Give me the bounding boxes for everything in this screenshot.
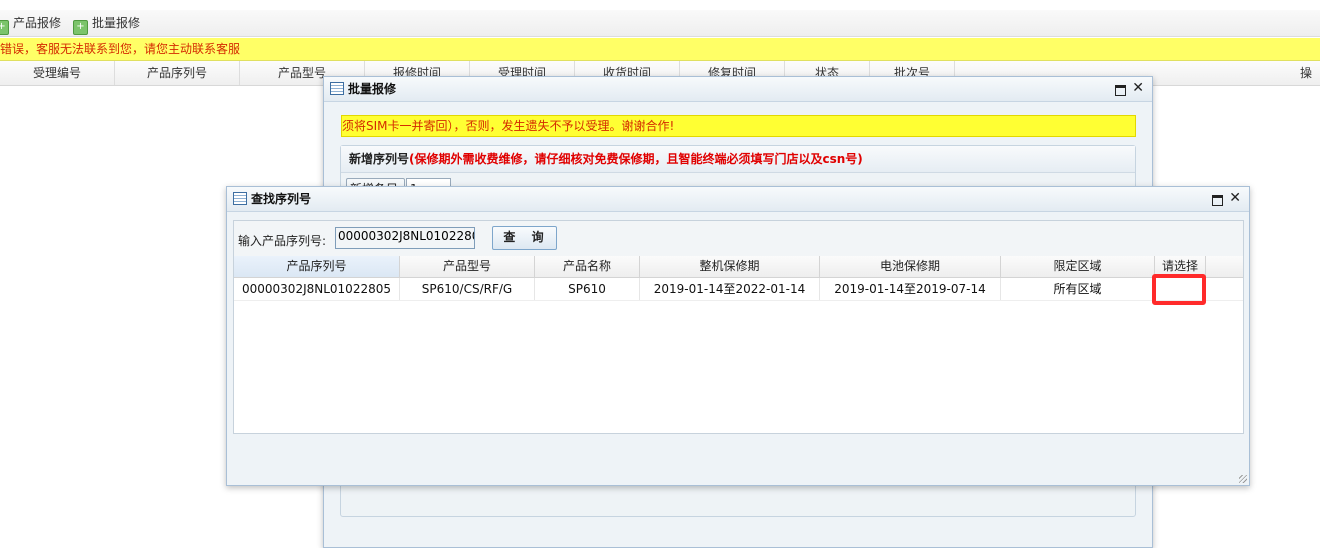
batch-add-icon: + <box>73 20 88 35</box>
col-serial[interactable]: 产品序列号 <box>115 61 240 85</box>
cell-serial: 00000302J8NL01022805 <box>234 278 400 300</box>
table-window-icon <box>233 192 247 205</box>
warning-bar: 错误，客服无法联系到您，请您主动联系客服 <box>0 38 1320 61</box>
batch-window-titlebar[interactable]: 批量报修 ✕ <box>324 77 1152 102</box>
cell-name: SP610 <box>535 278 640 300</box>
product-repair-button[interactable]: + 产品报修 <box>0 14 62 35</box>
cell-region: 所有区域 <box>1001 278 1155 300</box>
batch-notice: 须将SIM卡一并寄回），否则，发生遗失不予以受理。谢谢合作! <box>341 115 1136 137</box>
top-toolbar: + 产品报修 + 批量报修 <box>0 10 1320 37</box>
res-col-device-warranty[interactable]: 整机保修期 <box>640 256 820 277</box>
search-content: 输入产品序列号: 00000302J8NL01022805 查 询 产品序列号 … <box>233 220 1244 434</box>
close-icon[interactable]: ✕ <box>1132 80 1144 96</box>
maximize-icon[interactable] <box>1212 195 1223 206</box>
batch-repair-button[interactable]: + 批量报修 <box>73 14 141 35</box>
search-serial-window: 查找序列号 ✕ 输入产品序列号: 00000302J8NL01022805 查 … <box>226 186 1250 486</box>
res-col-name[interactable]: 产品名称 <box>535 256 640 277</box>
search-window-title: 查找序列号 <box>251 192 312 206</box>
query-button[interactable]: 查 询 <box>492 226 557 250</box>
resize-grip-icon[interactable] <box>1239 475 1247 483</box>
select-cell-highlight <box>1152 274 1206 305</box>
search-label: 输入产品序列号: <box>238 234 327 248</box>
col-action[interactable]: 操 <box>1300 61 1320 85</box>
results-header: 产品序列号 产品型号 产品名称 整机保修期 电池保修期 限定区域 请选择 <box>234 256 1243 278</box>
res-col-serial[interactable]: 产品序列号 <box>234 256 400 277</box>
add-icon: + <box>0 20 9 35</box>
panel-title: 新增序列号 <box>349 152 410 166</box>
warning-text: 错误，客服无法联系到您，请您主动联系客服 <box>0 42 241 56</box>
search-bar: 输入产品序列号: 00000302J8NL01022805 查 询 <box>234 221 1243 256</box>
res-col-battery-warranty[interactable]: 电池保修期 <box>820 256 1001 277</box>
batch-window-title: 批量报修 <box>348 82 397 96</box>
product-repair-label: 产品报修 <box>13 16 62 30</box>
table-window-icon <box>330 82 344 95</box>
batch-notice-text: 须将SIM卡一并寄回），否则，发生遗失不予以受理。谢谢合作! <box>342 119 675 133</box>
close-icon[interactable]: ✕ <box>1229 190 1241 206</box>
res-col-region[interactable]: 限定区域 <box>1001 256 1155 277</box>
batch-repair-label: 批量报修 <box>92 16 141 30</box>
cell-model: SP610/CS/RF/G <box>400 278 535 300</box>
table-row[interactable]: 00000302J8NL01022805 SP610/CS/RF/G SP610… <box>234 278 1243 301</box>
new-serial-panel-header: 新增序列号(保修期外需收费维修，请仔细核对免费保修期，且智能终端必须填写门店以及… <box>341 146 1135 173</box>
res-col-model[interactable]: 产品型号 <box>400 256 535 277</box>
maximize-icon[interactable] <box>1115 85 1126 96</box>
search-window-titlebar[interactable]: 查找序列号 ✕ <box>227 187 1249 212</box>
col-accept-no[interactable]: 受理编号 <box>0 61 115 85</box>
cell-battery-warranty: 2019-01-14至2019-07-14 <box>820 278 1001 300</box>
serial-search-input[interactable]: 00000302J8NL01022805 <box>335 227 475 249</box>
cell-device-warranty: 2019-01-14至2022-01-14 <box>640 278 820 300</box>
panel-note: (保修期外需收费维修，请仔细核对免费保修期，且智能终端必须填写门店以及csn号) <box>409 152 863 166</box>
